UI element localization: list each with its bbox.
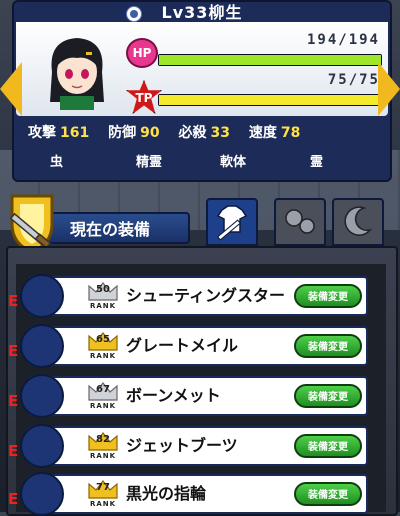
rank-label: RANK [89, 452, 117, 460]
change-equipment-button[interactable]: 装備変更 [294, 434, 362, 458]
stat-special-label: 必殺 [178, 125, 207, 141]
rank-badge: 65 RANK [86, 330, 120, 362]
list-item[interactable]: E 65 RANK グレートメイル 装備変更 [8, 324, 368, 368]
stat-attack-label: 攻撃 [28, 125, 56, 141]
tp-bar-fill [159, 95, 381, 105]
equipped-mark: E [8, 392, 19, 410]
type-bug: 虫 [50, 155, 64, 170]
tp-bar [158, 94, 382, 106]
change-equipment-button[interactable]: 装備変更 [294, 334, 362, 358]
shirt-icon [20, 324, 64, 368]
stat-speed-value: 78 [280, 125, 301, 141]
equipment-name: ボーンメット [126, 386, 221, 405]
character-portrait [50, 38, 104, 110]
ring-icon [20, 472, 64, 516]
gear-cluster-icon [285, 209, 315, 234]
knuckle-icon [20, 274, 64, 318]
hp-value: 194/194 [306, 32, 380, 48]
type-spirit: 精霊 [136, 155, 163, 170]
equipped-mark: E [8, 442, 19, 460]
rank-label: RANK [89, 352, 117, 360]
stat-special-value: 33 [210, 125, 230, 141]
rank-label: RANK [89, 302, 117, 310]
list-item[interactable]: E 82 RANK ジェットブーツ 装備変更 [8, 424, 368, 468]
tp-value: 75/75 [327, 72, 380, 88]
hp-badge-icon: HP [126, 38, 158, 68]
stat-speed-label: 速度 [248, 125, 277, 141]
change-equipment-button[interactable]: 装備変更 [294, 384, 362, 408]
shirt-sword-icon [216, 205, 248, 241]
stat-defense-label: 防御 [108, 125, 137, 141]
equipped-mark: E [8, 342, 19, 360]
rank-badge: 67 RANK [86, 380, 120, 412]
rank-value: 82 [96, 434, 110, 445]
tab-equipment[interactable] [206, 198, 258, 246]
list-item[interactable]: E 77 RANK 黒光の指輪 装備変更 [8, 472, 368, 516]
type-mollusk: 軟体 [220, 155, 247, 170]
rank-label: RANK [89, 402, 117, 410]
character-level-name: Lv33柳生 [161, 3, 243, 22]
change-equipment-button[interactable]: 装備変更 [294, 284, 362, 308]
rank-value: 67 [96, 384, 110, 395]
hp-bar [158, 54, 382, 66]
hp-bar-fill [159, 55, 381, 65]
type-ghost: 霊 [310, 155, 324, 170]
stats-row: 攻撃 161 防御 90 必殺 33 速度 78 [28, 120, 378, 146]
rank-value: 50 [96, 284, 110, 295]
stat-attack-value: 161 [60, 125, 90, 141]
equipped-mark: E [8, 292, 19, 310]
stat-defense-value: 90 [140, 125, 160, 141]
moon-icon [344, 206, 373, 236]
list-item[interactable]: E 50 RANK シューティングスター 装備変更 [8, 274, 368, 318]
rank-badge: 77 RANK [86, 478, 120, 510]
equipped-mark: E [8, 490, 19, 508]
rank-label: RANK [89, 500, 117, 508]
rank-badge: 50 RANK [86, 280, 120, 312]
prev-character-arrow-icon[interactable] [0, 62, 22, 116]
weakness-types-row: 虫 精霊 軟体 霊 [28, 152, 378, 174]
boot-icon [20, 424, 64, 468]
equipment-name: ジェットブーツ [126, 436, 238, 455]
rank-value: 65 [96, 334, 110, 345]
equipment-name: 黒光の指輪 [126, 484, 207, 503]
equipment-name: シューティングスター [126, 286, 286, 305]
character-status-panel: Lv33柳生 HP 194/194 TP 75/75 攻撃 161 防御 90 必殺… [12, 0, 392, 182]
current-equipment-header: 現在の装備 [40, 212, 190, 244]
tab-skills[interactable] [332, 198, 384, 246]
helmet-icon [20, 374, 64, 418]
tab-accessories[interactable] [274, 198, 326, 246]
rank-value: 77 [96, 482, 110, 493]
rank-badge: 82 RANK [86, 430, 120, 462]
equipment-name: グレートメイル [126, 336, 239, 355]
change-equipment-button[interactable]: 装備変更 [294, 482, 362, 506]
list-item[interactable]: E 67 RANK ボーンメット 装備変更 [8, 374, 368, 418]
